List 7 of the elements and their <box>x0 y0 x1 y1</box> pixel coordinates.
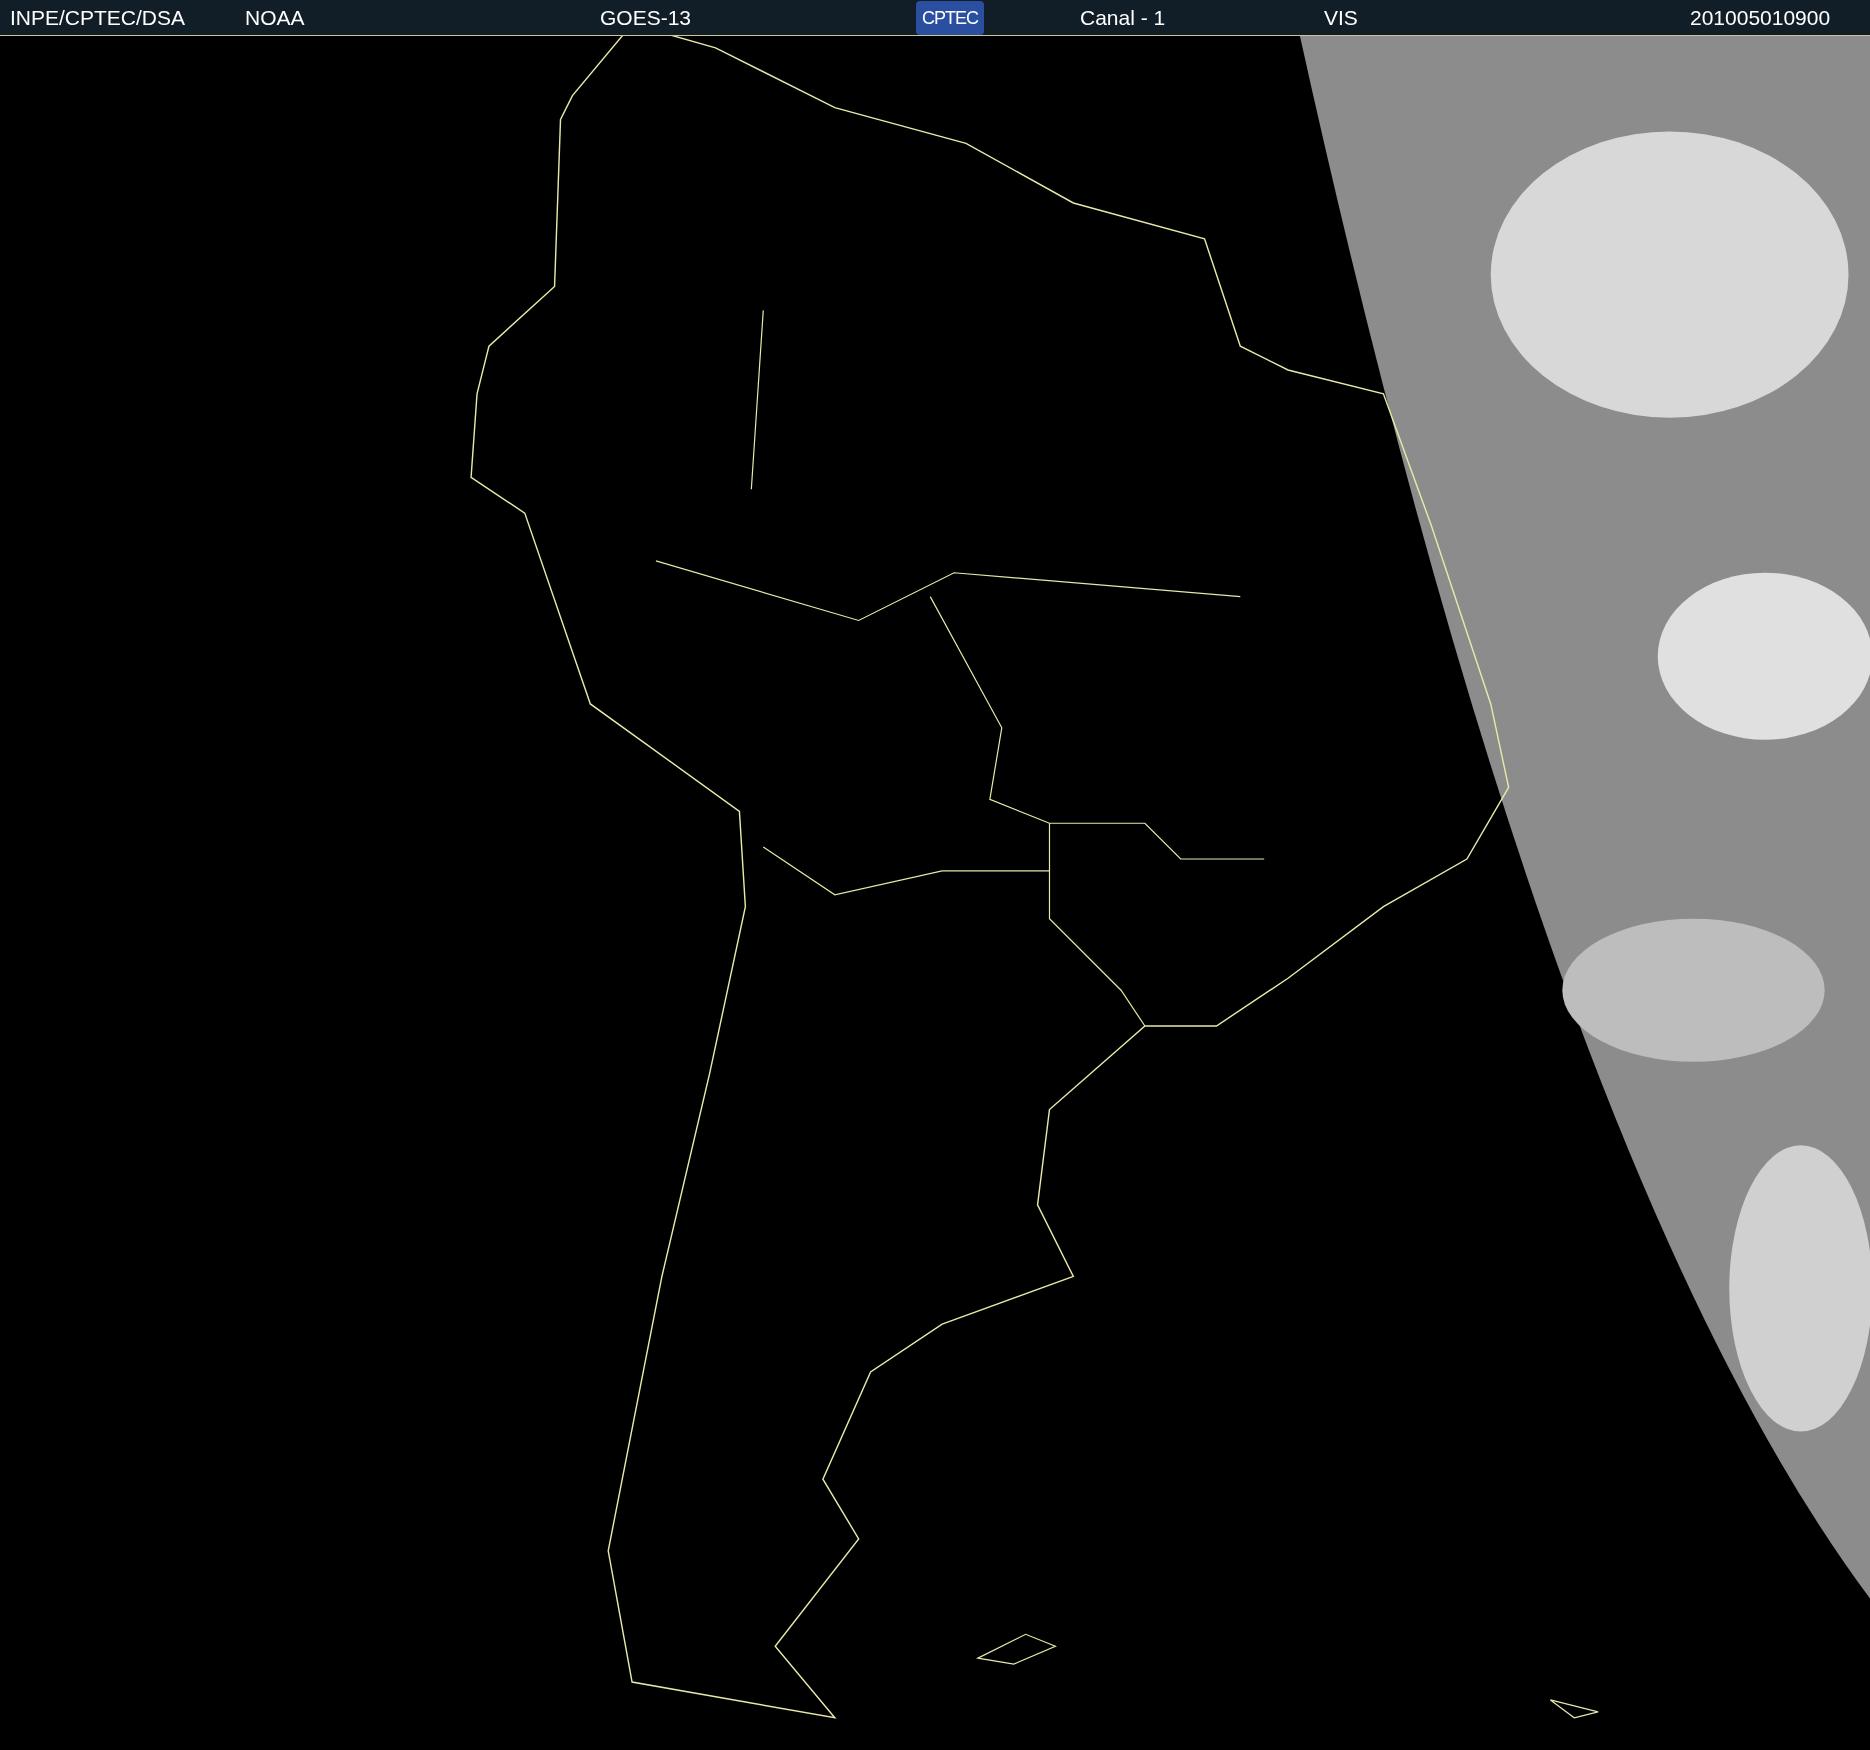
header-label: GOES-13 <box>600 5 692 31</box>
header-label: NOAA <box>245 5 305 31</box>
header-label: 201005010900 <box>1690 5 1831 31</box>
header-label: VIS <box>1324 5 1358 31</box>
header-label: INPE/CPTEC/DSA <box>10 5 186 31</box>
logo: CPTEC <box>916 1 984 35</box>
header-label: Canal - 1 <box>1080 5 1166 31</box>
